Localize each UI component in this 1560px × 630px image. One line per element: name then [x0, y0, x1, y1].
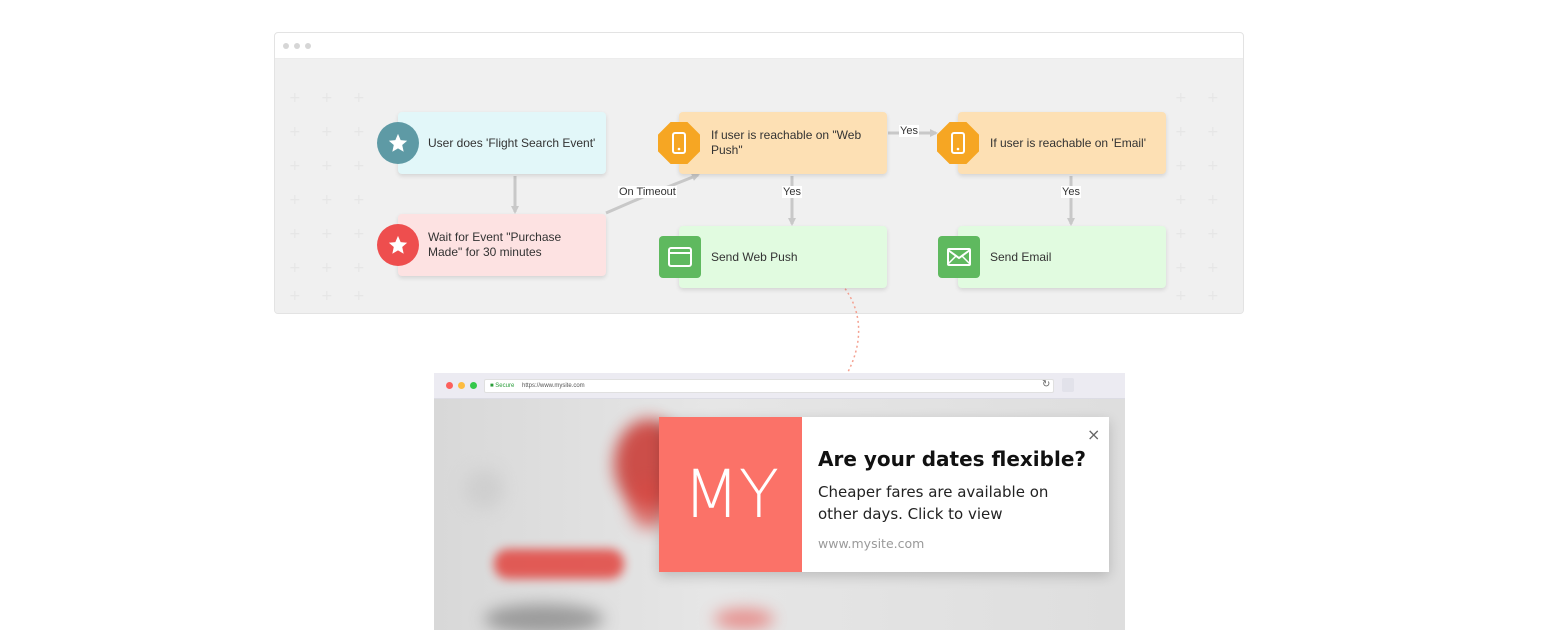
workflow-titlebar — [275, 33, 1243, 59]
secure-label: Secure — [495, 383, 515, 389]
node-trigger-label: User does 'Flight Search Event' — [428, 135, 596, 150]
grid-mark: + — [1207, 124, 1219, 140]
grid-mark: + — [321, 260, 333, 276]
grid-mark: + — [289, 288, 301, 304]
grid-mark: + — [321, 90, 333, 106]
grid-mark: + — [353, 260, 365, 276]
node-webpush-condition[interactable]: If user is reachable on "Web Push" — [679, 112, 887, 174]
edge-label-on-timeout: On Timeout — [618, 186, 677, 198]
notification-title: Are your dates flexible? — [818, 447, 1086, 471]
grid-mark: + — [353, 192, 365, 208]
grid-mark: + — [1175, 124, 1187, 140]
star-icon — [377, 122, 419, 164]
grid-mark: + — [1175, 90, 1187, 106]
maximize-window-icon[interactable] — [470, 382, 477, 389]
grid-mark: + — [1207, 158, 1219, 174]
node-wait[interactable]: Wait for Event "Purchase Made" for 30 mi… — [398, 214, 606, 276]
edge-label-yes: Yes — [899, 125, 919, 137]
blurred-shape — [484, 604, 604, 630]
grid-mark: + — [353, 124, 365, 140]
lock-icon: ■ — [490, 383, 494, 389]
grid-mark: + — [1207, 288, 1219, 304]
grid-mark: + — [321, 288, 333, 304]
grid-mark: + — [1175, 260, 1187, 276]
grid-mark: + — [1207, 192, 1219, 208]
node-wait-label: Wait for Event "Purchase Made" for 30 mi… — [428, 230, 562, 259]
grid-mark: + — [1207, 90, 1219, 106]
grid-mark: + — [289, 260, 301, 276]
node-send-email-label: Send Email — [990, 249, 1052, 264]
grid-mark: + — [1175, 226, 1187, 242]
blurred-shape — [464, 469, 504, 509]
node-send-webpush-label: Send Web Push — [711, 249, 798, 264]
grid-mark: + — [289, 124, 301, 140]
node-webpush-condition-label: If user is reachable on "Web Push" — [711, 128, 862, 157]
grid-mark: + — [321, 192, 333, 208]
window-dot — [294, 43, 300, 49]
browser-window-icon — [659, 236, 701, 278]
grid-mark: + — [353, 288, 365, 304]
extension-button[interactable] — [1062, 378, 1074, 392]
grid-mark: + — [289, 90, 301, 106]
edge-label-yes: Yes — [1061, 186, 1081, 198]
browser-toolbar: ■ Secure https://www.mysite.com ↻ — [434, 373, 1125, 399]
blurred-shape — [714, 609, 774, 629]
star-icon — [377, 224, 419, 266]
notification-site: www.mysite.com — [818, 536, 925, 551]
node-send-webpush[interactable]: Send Web Push — [679, 226, 887, 288]
grid-mark: + — [1207, 260, 1219, 276]
minimize-window-icon[interactable] — [458, 382, 465, 389]
close-window-icon[interactable] — [446, 382, 453, 389]
grid-mark: + — [353, 226, 365, 242]
grid-mark: + — [321, 158, 333, 174]
window-dot — [283, 43, 289, 49]
grid-mark: + — [1175, 288, 1187, 304]
address-bar[interactable]: ■ Secure https://www.mysite.com — [484, 379, 1054, 393]
grid-mark: + — [1175, 192, 1187, 208]
envelope-icon — [938, 236, 980, 278]
url-text: https://www.mysite.com — [521, 383, 585, 389]
web-push-notification[interactable]: MY Are your dates flexible? Cheaper fare… — [659, 417, 1109, 572]
notification-body: Cheaper fares are available on other day… — [818, 483, 1049, 523]
grid-mark: + — [289, 226, 301, 242]
grid-mark: + — [321, 226, 333, 242]
node-email-condition-label: If user is reachable on 'Email' — [990, 135, 1146, 150]
edge-label-yes: Yes — [782, 186, 802, 198]
node-send-email[interactable]: Send Email — [958, 226, 1166, 288]
grid-mark: + — [353, 158, 365, 174]
grid-mark: + — [1207, 226, 1219, 242]
node-email-condition[interactable]: If user is reachable on 'Email' — [958, 112, 1166, 174]
close-icon[interactable]: × — [1087, 425, 1100, 444]
grid-mark: + — [353, 90, 365, 106]
site-logo: MY — [659, 417, 802, 572]
grid-mark: + — [321, 124, 333, 140]
grid-mark: + — [289, 158, 301, 174]
node-trigger[interactable]: User does 'Flight Search Event' — [398, 112, 606, 174]
grid-mark: + — [289, 192, 301, 208]
window-dot — [305, 43, 311, 49]
blurred-button — [494, 549, 624, 579]
reload-icon[interactable]: ↻ — [1042, 379, 1050, 390]
grid-mark: + — [1175, 158, 1187, 174]
